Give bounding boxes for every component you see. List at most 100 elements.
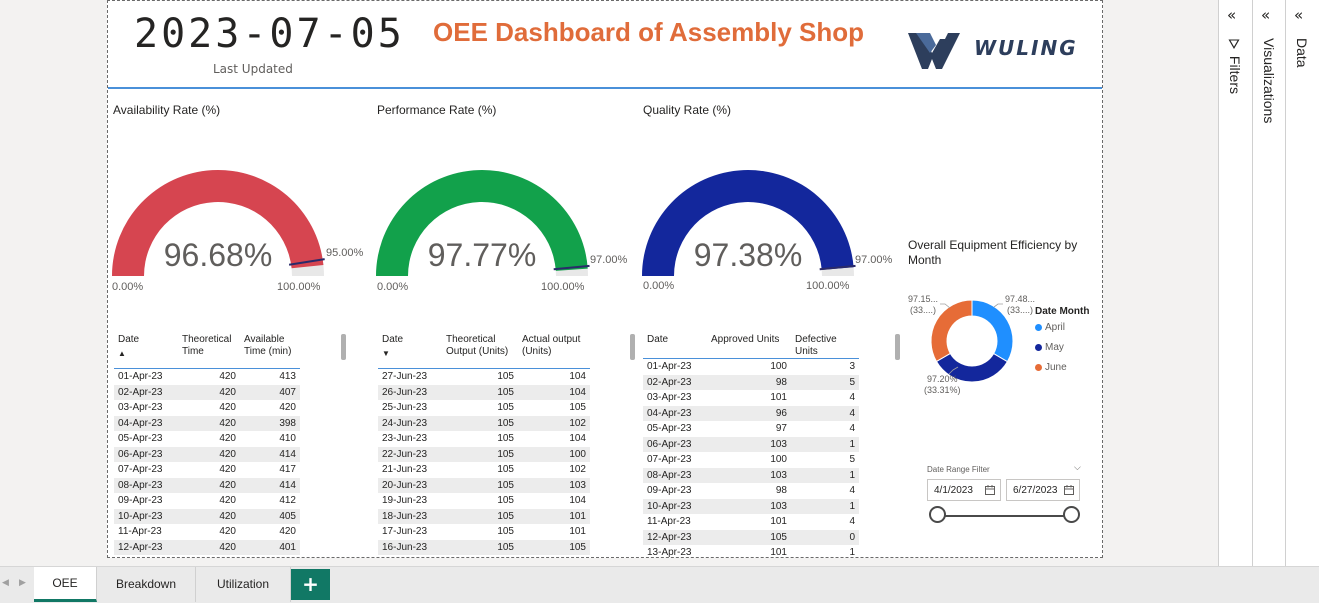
data-pane[interactable]: « Data [1285,0,1319,566]
column-header-date[interactable]: Date ▼ [378,334,442,369]
quality-table-scrollbar[interactable] [895,334,900,360]
legend-title: Date Month [1035,306,1090,317]
date-slider-end-handle[interactable] [1063,506,1080,523]
table-cell: 26-Jun-23 [378,384,442,400]
legend-item-april[interactable]: April [1035,317,1089,337]
legend-item-may[interactable]: May [1035,337,1089,357]
start-date-input[interactable]: 4/1/2023 [927,479,1001,501]
performance-value: 97.77% [427,237,537,273]
end-date-input[interactable]: 6/27/2023 [1006,479,1080,501]
calendar-icon[interactable] [1064,485,1074,495]
table-row[interactable]: 24-Jun-23 105 102 [378,415,590,431]
table-row[interactable]: 09-Apr-23 420 412 [114,493,300,509]
sort-descending-icon[interactable]: ▼ [382,348,438,360]
table-row[interactable]: 01-Apr-23 420 413 [114,369,300,385]
table-cell: 1 [791,467,859,483]
table-row[interactable]: 11-Apr-23 101 4 [643,514,859,530]
column-header-available-time[interactable]: Available Time (min) [240,334,300,369]
filters-pane[interactable]: « ⛛ Filters [1218,0,1252,566]
table-row[interactable]: 11-Apr-23 420 420 [114,524,300,540]
table-cell: 11-Apr-23 [647,516,691,527]
table-cell: 3 [849,361,855,372]
legend-label: May [1045,341,1064,353]
table-row[interactable]: 19-Jun-23 105 104 [378,493,590,509]
table-cell: 412 [279,495,296,506]
table-cell: 05-Apr-23 [118,433,163,444]
table-cell: 10-Apr-23 [643,498,707,514]
column-header-theoretical-output[interactable]: Theoretical Output (Units) [442,334,518,369]
table-row[interactable]: 06-Apr-23 103 1 [643,436,859,452]
data-pane-label[interactable]: Data [1294,38,1310,68]
quality-max: 100.00% [806,280,850,292]
column-header-date[interactable]: Date [643,334,707,359]
table-row[interactable]: 12-Apr-23 105 0 [643,529,859,545]
table-cell: 04-Apr-23 [114,415,178,431]
table-row[interactable]: 09-Apr-23 98 4 [643,483,859,499]
table-row[interactable]: 26-Jun-23 105 104 [378,384,590,400]
tab-scroll-left-icon[interactable]: ◀ [2,578,9,588]
table-cell: 13-Apr-23 [647,547,692,558]
tab-breakdown[interactable]: Breakdown [97,567,196,602]
date-slider-track[interactable] [937,515,1073,517]
performance-min: 0.00% [377,281,409,293]
expand-chevron-icon[interactable]: « [1227,6,1236,24]
table-row[interactable]: 02-Apr-23 98 5 [643,374,859,390]
visualizations-pane-label[interactable]: Visualizations [1261,38,1277,123]
column-header-defective-units[interactable]: Defective Units [791,334,859,359]
oee-donut-chart[interactable] [930,299,1014,383]
table-row[interactable]: 10-Apr-23 420 405 [114,508,300,524]
chevron-down-icon[interactable]: ⌵ [1074,463,1081,473]
table-row[interactable]: 18-Jun-23 105 101 [378,508,590,524]
legend-marker [1035,343,1042,351]
table-row[interactable]: 17-Jun-23 105 101 [378,524,590,540]
table-row[interactable]: 03-Apr-23 420 420 [114,400,300,416]
column-header-approved-units[interactable]: Approved Units [707,334,791,359]
table-row[interactable]: 07-Apr-23 100 5 [643,452,859,468]
table-row[interactable]: 12-Apr-23 420 401 [114,539,300,555]
table-row[interactable]: 27-Jun-23 105 104 [378,369,590,385]
tab-oee[interactable]: OEE [34,567,97,602]
table-row[interactable]: 01-Apr-23 100 3 [643,359,859,375]
tab-scroll-right-icon[interactable]: ▶ [19,578,26,588]
table-row[interactable]: 10-Apr-23 103 1 [643,498,859,514]
table-row[interactable]: 23-Jun-23 105 104 [378,431,590,447]
table-cell: 420 [178,539,240,555]
table-cell: 105 [442,508,518,524]
performance-table-scrollbar[interactable] [630,334,635,360]
visualizations-pane[interactable]: « Visualizations [1252,0,1286,566]
column-header-theoretical-time[interactable]: Theoretical Time [178,334,240,369]
filters-pane-label[interactable]: ⛛ Filters [1227,38,1243,94]
column-header-actual-output[interactable]: Actual output (Units) [518,334,590,369]
table-row[interactable]: 25-Jun-23 105 105 [378,400,590,416]
table-row[interactable]: 04-Apr-23 420 398 [114,415,300,431]
table-row[interactable]: 04-Apr-23 96 4 [643,405,859,421]
add-page-button[interactable]: + [291,569,330,600]
tab-utilization[interactable]: Utilization [196,567,291,602]
table-row[interactable]: 06-Apr-23 420 414 [114,446,300,462]
table-cell: 16-Jun-23 [378,539,442,555]
table-row[interactable]: 08-Apr-23 103 1 [643,467,859,483]
date-slider-start-handle[interactable] [929,506,946,523]
table-row[interactable]: 02-Apr-23 420 407 [114,384,300,400]
table-cell: 4 [849,392,855,403]
table-cell: 105 [497,526,514,537]
table-row[interactable]: 16-Jun-23 105 105 [378,539,590,555]
table-row[interactable]: 05-Apr-23 420 410 [114,431,300,447]
table-row[interactable]: 07-Apr-23 420 417 [114,462,300,478]
table-row[interactable]: 21-Jun-23 105 102 [378,462,590,478]
table-cell: 98 [707,374,791,390]
sort-ascending-icon[interactable]: ▲ [118,348,174,360]
table-row[interactable]: 05-Apr-23 97 4 [643,421,859,437]
table-row[interactable]: 22-Jun-23 105 100 [378,446,590,462]
column-header-date[interactable]: Date ▲ [114,334,178,369]
table-row[interactable]: 20-Jun-23 105 103 [378,477,590,493]
legend-item-june[interactable]: June [1035,357,1089,377]
table-row[interactable]: 03-Apr-23 101 4 [643,390,859,406]
expand-chevron-icon[interactable]: « [1261,6,1270,24]
table-cell: 06-Apr-23 [643,436,707,452]
table-row[interactable]: 13-Apr-23 101 1 [643,545,859,558]
table-row[interactable]: 08-Apr-23 420 414 [114,477,300,493]
expand-chevron-icon[interactable]: « [1294,6,1303,24]
calendar-icon[interactable] [985,485,995,495]
availability-table-scrollbar[interactable] [341,334,346,360]
